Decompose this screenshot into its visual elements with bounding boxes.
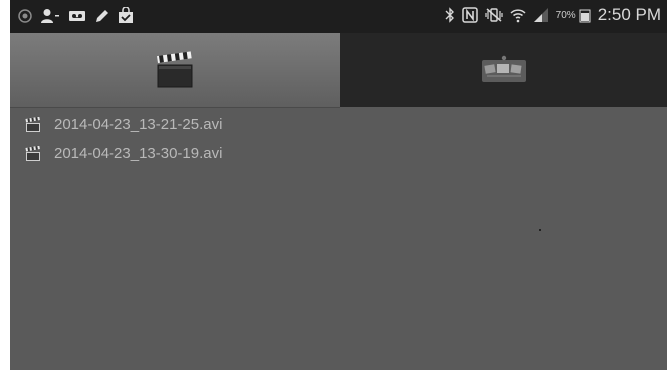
- nfc-icon: [461, 7, 478, 23]
- file-name: 2014-04-23_13-30-19.avi: [54, 145, 223, 162]
- wifi-icon: [510, 9, 526, 23]
- record-icon: [18, 8, 32, 23]
- vibrate-mute-icon: [485, 8, 503, 22]
- clapperboard-icon: [157, 51, 193, 88]
- tab-videos[interactable]: [10, 33, 340, 108]
- dust-speck: [539, 229, 541, 231]
- clapperboard-icon: [25, 116, 40, 132]
- battery-icon: [579, 9, 591, 23]
- voicemail-icon: [69, 10, 85, 21]
- file-list: 2014-04-23_13-21-25.avi 2014-04-23_13-30…: [10, 110, 667, 168]
- clock: 2:50 PM: [597, 5, 661, 24]
- screen: 70% 2:50 PM 2014-04-23_13-21-25.avi 2014…: [10, 0, 667, 370]
- system-icons: 70% 2:50 PM: [445, 5, 661, 25]
- person-add-icon: [41, 8, 59, 23]
- clapperboard-icon: [25, 145, 40, 161]
- photo-album-icon: [481, 55, 526, 82]
- battery-percent: 70%: [555, 9, 576, 21]
- bluetooth-icon: [445, 7, 454, 23]
- tab-bar: [10, 33, 667, 108]
- list-item[interactable]: 2014-04-23_13-30-19.avi: [10, 139, 667, 168]
- tab-gallery[interactable]: [340, 33, 667, 107]
- signal-icon: [533, 8, 548, 22]
- notification-icons: [18, 7, 134, 24]
- pencil-icon: [96, 9, 108, 22]
- list-item[interactable]: 2014-04-23_13-21-25.avi: [10, 110, 667, 139]
- status-bar: 70% 2:50 PM: [10, 0, 667, 33]
- file-name: 2014-04-23_13-21-25.avi: [54, 116, 223, 133]
- bag-check-icon: [119, 7, 133, 23]
